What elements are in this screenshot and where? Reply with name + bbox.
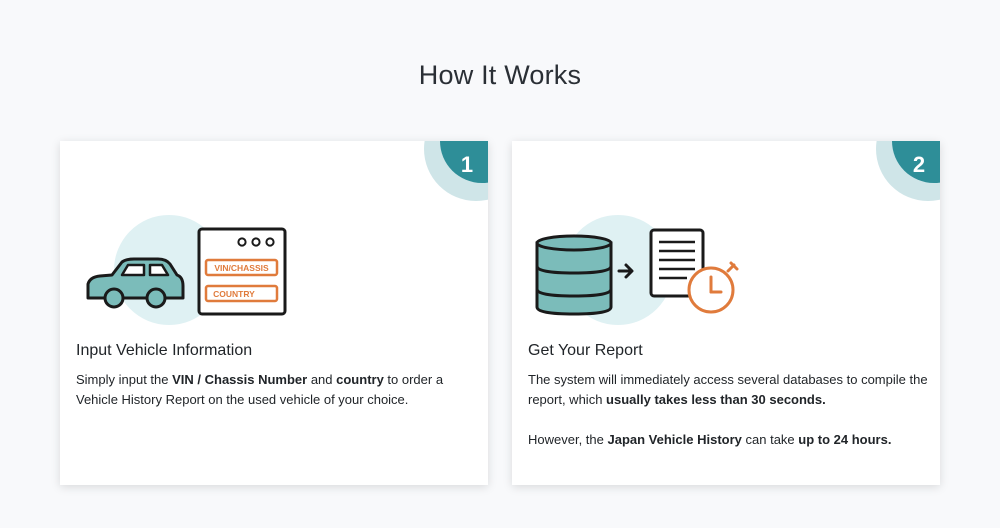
vin-field-label: VIN/CHASSIS (214, 263, 269, 273)
get-report-illustration (535, 215, 739, 325)
text-emphasis: country (336, 372, 384, 387)
section-title: How It Works (418, 60, 582, 90)
text-emphasis: up to 24 hours. (798, 432, 892, 447)
step-heading: Input Vehicle Information (76, 342, 253, 359)
text-segment: Simply input the (76, 372, 173, 387)
text-segment: However, the (528, 432, 608, 447)
step-card-1: 1 VIN/CHASSIS COUNTRY Input Vehicle Info… (60, 141, 488, 485)
text-emphasis: usually takes less than 30 seconds. (606, 392, 826, 407)
paragraph: However, the Japan Vehicle History can t… (528, 430, 928, 450)
step-heading: Get Your Report (528, 342, 643, 359)
text-segment: and (307, 372, 337, 387)
country-field-label: COUNTRY (213, 289, 255, 299)
paragraph: The system will immediately access sever… (528, 370, 928, 410)
text-emphasis: Japan Vehicle History (607, 432, 742, 447)
step-description: The system will immediately access sever… (528, 370, 928, 450)
text-segment: can take (741, 432, 799, 447)
form-window-icon: VIN/CHASSIS COUNTRY (197, 227, 287, 316)
database-icon (535, 234, 613, 316)
input-vehicle-illustration: VIN/CHASSIS COUNTRY (86, 215, 287, 325)
text-emphasis: VIN / Chassis Number (172, 372, 308, 387)
step-card-2: 2 Get Your Report The system will immedi… (512, 141, 940, 485)
step-description: Simply input the VIN / Chassis Number an… (76, 370, 476, 410)
